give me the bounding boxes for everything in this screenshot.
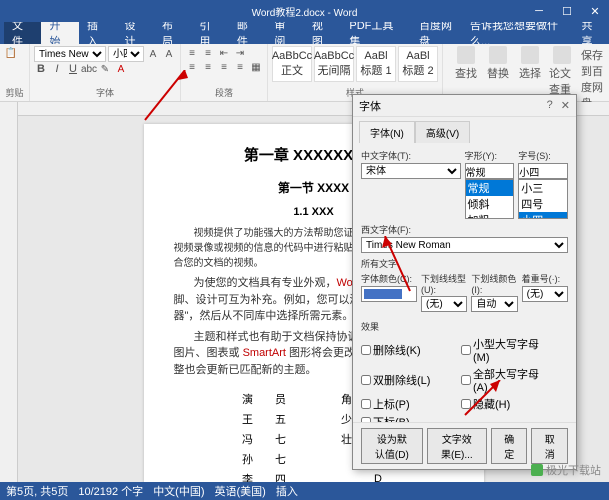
dialog-title: 字体 bbox=[359, 98, 381, 114]
watermark-text: 极光下载站 bbox=[546, 462, 601, 478]
size-input[interactable] bbox=[518, 163, 568, 179]
replace-button[interactable]: 替换 bbox=[483, 44, 513, 101]
dialog-titlebar[interactable]: 字体 ? ✕ bbox=[353, 95, 576, 117]
select-icon bbox=[521, 46, 539, 64]
group-label: 剪贴 bbox=[4, 86, 25, 99]
baidu-save-button[interactable]: 保存到百度网盘 bbox=[579, 44, 609, 101]
paragraph-group: ≡ ≡ ⇤ ⇥ ≡ ≡ ≡ ≡ ▦ 段落 bbox=[181, 44, 268, 101]
font-dialog: 字体 ? ✕ 字体(N) 高级(V) 中文字体(T): 宋体 字形(Y): 常规 … bbox=[352, 94, 577, 470]
ok-button[interactable]: 确定 bbox=[491, 428, 528, 464]
set-default-button[interactable]: 设为默认值(D) bbox=[361, 428, 423, 464]
dialog-close-icon[interactable]: ✕ bbox=[561, 99, 570, 112]
ribbon-right: 查找 替换 选择 论文查重 保存到百度网盘 bbox=[451, 44, 609, 101]
find-button[interactable]: 查找 bbox=[451, 44, 481, 101]
bold-icon[interactable]: B bbox=[34, 62, 48, 76]
style-input[interactable] bbox=[465, 163, 515, 179]
ucolor-label: 下划线颜色(I): bbox=[471, 272, 517, 295]
western-font-select[interactable]: Times New Roman bbox=[361, 237, 568, 253]
check-button[interactable]: 论文查重 bbox=[547, 44, 577, 101]
dialog-body: 中文字体(T): 宋体 字形(Y): 常规 倾斜 加粗 字号(S): 小三 四号… bbox=[353, 143, 576, 422]
align-center-icon[interactable]: ≡ bbox=[201, 60, 215, 74]
window-title: Word教程2.docx - Word bbox=[252, 4, 358, 19]
vertical-ruler[interactable] bbox=[0, 102, 18, 482]
outdent-icon[interactable]: ⇥ bbox=[233, 46, 247, 60]
chk-strike[interactable]: 删除线(K) bbox=[361, 336, 453, 364]
text-effects-button[interactable]: 文字效果(E)... bbox=[427, 428, 487, 464]
chk-smallcaps[interactable]: 小型大写字母(M) bbox=[461, 336, 553, 364]
style-label: 字形(Y): bbox=[465, 149, 515, 162]
all-text-section: 所有文字 bbox=[361, 257, 568, 270]
indent-icon[interactable]: ⇤ bbox=[217, 46, 231, 60]
western-font-label: 西文字体(F): bbox=[361, 223, 568, 236]
chinese-font-select[interactable]: 宋体 bbox=[361, 163, 461, 179]
shading-icon[interactable]: ▦ bbox=[249, 60, 263, 74]
underline-icon[interactable]: U bbox=[66, 62, 80, 76]
word-count[interactable]: 10/2192 个字 bbox=[78, 483, 143, 499]
dialog-help-icon[interactable]: ? bbox=[547, 99, 553, 112]
emph-select[interactable]: (无) bbox=[522, 286, 568, 302]
lang-en[interactable]: 英语(美国) bbox=[215, 483, 266, 499]
effects-checks: 删除线(K) 小型大写字母(M) 双删除线(L) 全部大写字母(A) 上标(P)… bbox=[361, 336, 568, 422]
style-h2[interactable]: AaBl标题 2 bbox=[398, 46, 438, 82]
titlebar: Word教程2.docx - Word ─ ☐ ✕ bbox=[0, 0, 609, 22]
shrink-font-icon[interactable]: A bbox=[162, 47, 176, 61]
paste-icon[interactable]: 📋 bbox=[4, 46, 18, 60]
grow-font-icon[interactable]: A bbox=[146, 47, 160, 61]
watermark: 极光下载站 bbox=[531, 462, 601, 478]
insert-mode[interactable]: 插入 bbox=[276, 483, 298, 499]
statusbar: 第5页, 共5页 10/2192 个字 中文(中国) 英语(美国) 插入 bbox=[0, 482, 609, 500]
highlight-icon[interactable]: ✎ bbox=[98, 62, 112, 76]
replace-icon bbox=[489, 46, 507, 64]
chk-super[interactable]: 上标(P) bbox=[361, 396, 453, 412]
align-left-icon[interactable]: ≡ bbox=[185, 60, 199, 74]
chk-allcaps[interactable]: 全部大写字母(A) bbox=[461, 366, 553, 394]
italic-icon[interactable]: I bbox=[50, 62, 64, 76]
numbering-icon[interactable]: ≡ bbox=[201, 46, 215, 60]
tab-advanced[interactable]: 高级(V) bbox=[415, 121, 470, 143]
maximize-button[interactable]: ☐ bbox=[553, 5, 581, 18]
font-size-select[interactable]: 小四 bbox=[108, 46, 144, 62]
find-icon bbox=[457, 46, 475, 64]
justify-icon[interactable]: ≡ bbox=[233, 60, 247, 74]
underline-label: 下划线线型(U): bbox=[421, 272, 467, 295]
style-listbox[interactable]: 常规 倾斜 加粗 bbox=[465, 179, 515, 219]
watermark-logo-icon bbox=[531, 464, 543, 476]
menubar: 文件 开始 插入 设计 布局 引用 邮件 审阅 视图 PDF工具集 百度网盘 告… bbox=[0, 22, 609, 44]
cancel-button[interactable]: 取消 bbox=[531, 428, 568, 464]
dialog-tabs: 字体(N) 高级(V) bbox=[353, 117, 576, 143]
window-controls: ─ ☐ ✕ bbox=[525, 5, 609, 18]
clipboard-group: 📋 剪贴 bbox=[0, 44, 30, 101]
style-normal[interactable]: AaBbCc正文 bbox=[272, 46, 312, 82]
chk-hidden[interactable]: 隐藏(H) bbox=[461, 396, 553, 412]
strike-icon[interactable]: abc bbox=[82, 62, 96, 76]
select-button[interactable]: 选择 bbox=[515, 44, 545, 101]
chk-dstrike[interactable]: 双删除线(L) bbox=[361, 366, 453, 394]
align-right-icon[interactable]: ≡ bbox=[217, 60, 231, 74]
font-color-select[interactable] bbox=[361, 286, 417, 302]
font-color-icon[interactable]: A bbox=[114, 62, 128, 76]
para-group-label: 段落 bbox=[185, 86, 263, 99]
styles-group: AaBbCc正文 AaBbCc无间隔 AaBl标题 1 AaBl标题 2 样式 bbox=[268, 44, 443, 101]
font-group: Times New F 小四 A A B I U abc ✎ A 字体 bbox=[30, 44, 181, 101]
chk-sub[interactable]: 下标(B) bbox=[361, 414, 453, 422]
page-count[interactable]: 第5页, 共5页 bbox=[6, 483, 68, 499]
style-h1[interactable]: AaBl标题 1 bbox=[356, 46, 396, 82]
lang-zh[interactable]: 中文(中国) bbox=[153, 483, 204, 499]
size-listbox[interactable]: 小三 四号 小四 bbox=[518, 179, 568, 219]
underline-select[interactable]: (无) bbox=[421, 296, 467, 312]
effects-section: 效果 bbox=[361, 320, 568, 333]
color-label: 字体颜色(C): bbox=[361, 272, 417, 285]
font-group-label: 字体 bbox=[34, 86, 176, 99]
tab-font[interactable]: 字体(N) bbox=[359, 121, 415, 143]
style-nospace[interactable]: AaBbCc无间隔 bbox=[314, 46, 354, 82]
emph-label: 着重号(·): bbox=[522, 272, 568, 285]
check-icon bbox=[553, 46, 571, 64]
chinese-font-label: 中文字体(T): bbox=[361, 149, 461, 162]
close-button[interactable]: ✕ bbox=[581, 5, 609, 18]
ucolor-select[interactable]: 自动 bbox=[471, 296, 517, 312]
font-name-select[interactable]: Times New F bbox=[34, 46, 106, 62]
size-label: 字号(S): bbox=[518, 149, 568, 162]
bullets-icon[interactable]: ≡ bbox=[185, 46, 199, 60]
minimize-button[interactable]: ─ bbox=[525, 5, 553, 18]
